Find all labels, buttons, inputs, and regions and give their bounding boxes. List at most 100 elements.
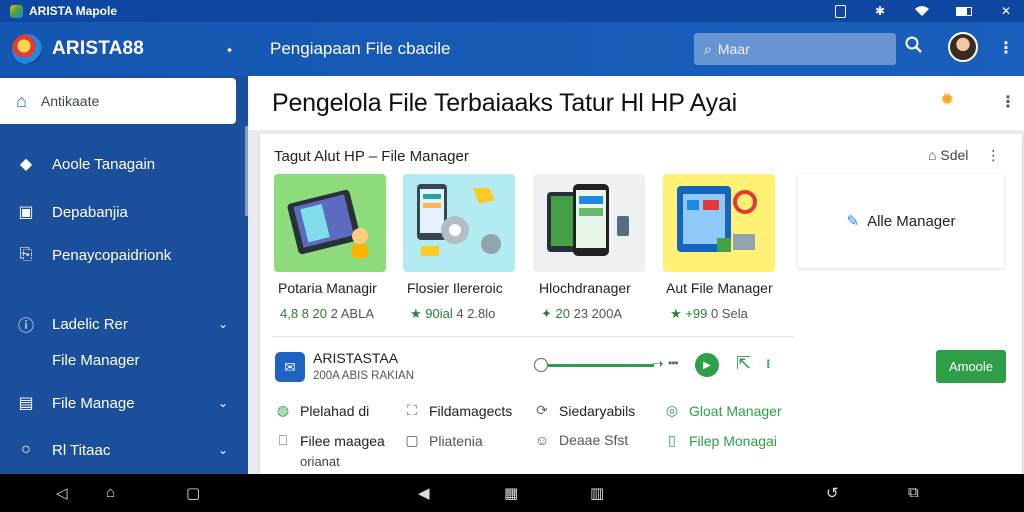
back-icon[interactable]: ◁ xyxy=(56,484,68,502)
more-vert-icon[interactable]: ⋮ xyxy=(998,38,1014,58)
page-title: Pengelola File Terbaiaaks Tatur Hl HP Ay… xyxy=(272,88,738,117)
more-vert-icon[interactable]: ⁝ xyxy=(766,357,771,371)
home-icon: ⌂ xyxy=(16,90,27,111)
sidebar-item-home[interactable]: ⌂ Antikaate xyxy=(0,78,236,124)
option-2[interactable]: ⛶ Fildamagects xyxy=(403,402,512,419)
back-icon[interactable]: ◀ xyxy=(418,484,430,502)
wifi-icon xyxy=(914,4,930,18)
search-icon: ⌕ xyxy=(704,40,712,57)
apps-icon[interactable]: ▥ xyxy=(590,484,604,502)
screen-icon[interactable]: ⧉ xyxy=(908,484,919,501)
brand-name: ARISTA88 xyxy=(52,38,145,59)
option-1[interactable]: ◍ Plelahad di xyxy=(274,402,369,419)
sidebar-item-6[interactable]: ▤ File Manage ⌄ xyxy=(0,393,248,413)
card-options-label: Sdel xyxy=(940,147,969,163)
option-label: Filee maagea xyxy=(300,432,385,449)
check-circle-icon: ◍ xyxy=(276,402,290,418)
briefcase-icon: ▣ xyxy=(18,204,34,221)
close-icon[interactable]: ✕ xyxy=(998,4,1014,18)
chevron-down-icon: ⌄ xyxy=(217,443,228,457)
sidebar-item-label: File Manager xyxy=(52,352,140,369)
info-icon: ⓘ xyxy=(17,318,34,335)
sidebar-item-4[interactable]: ⓘ Ladelic Rer ⌄ xyxy=(0,312,248,336)
sidebar-item-label: Rl Titaac xyxy=(52,441,111,459)
share-icon[interactable]: ⇱ xyxy=(736,353,751,374)
app-tile-1[interactable] xyxy=(274,174,386,272)
sidebar-item-label: Antikaate xyxy=(40,93,100,109)
app-tile-4[interactable] xyxy=(663,174,775,272)
chevron-down-icon: ⌄ xyxy=(217,396,228,410)
page-header: Pengelola File Terbaiaaks Tatur Hl HP Ay… xyxy=(248,76,1024,130)
option-label: Deaae Sfst xyxy=(559,432,629,448)
option-label: Plelahad di xyxy=(300,402,370,419)
folder-icon: ⎕ xyxy=(278,432,288,448)
sidebar-item-7[interactable]: ○ Rl Titaac ⌄ xyxy=(0,441,248,459)
app-tile-3[interactable] xyxy=(533,174,645,272)
option-5[interactable]: ⎕ Filee maagea xyxy=(274,432,385,449)
search-input[interactable]: ⌕ Maar xyxy=(694,33,896,65)
option-8[interactable]: ▯ Filep Monagai xyxy=(663,432,777,449)
app-tile-1-meta: 4,8 8 20 2 ABLA xyxy=(280,306,374,321)
progress-slider[interactable]: ➝ ••• xyxy=(534,355,694,374)
lead-title: ARISTASTAA xyxy=(313,350,399,366)
sidebar-item-label: Depabanjia xyxy=(52,203,128,221)
primary-action-button[interactable]: Amoole xyxy=(936,350,1006,383)
dots-icon: ••• xyxy=(668,356,679,370)
card-title: Tagut Alut HP – File Manager xyxy=(274,148,469,165)
slider-knob[interactable] xyxy=(534,358,548,372)
app-tile-3-meta: ✦ 20 23 200A xyxy=(541,306,623,321)
option-4[interactable]: ◎ Gloat Manager xyxy=(663,402,782,419)
brand-menu-icon[interactable]: ⬩ xyxy=(227,41,232,58)
more-vert-icon[interactable]: ⋮ xyxy=(1000,92,1016,112)
sidebar-item-2[interactable]: ▣ Depabanjia xyxy=(0,202,248,222)
document-icon: ▯ xyxy=(668,432,676,448)
rotate-icon[interactable]: ↺ xyxy=(826,484,839,502)
app-tile-2[interactable] xyxy=(403,174,515,272)
slider-track xyxy=(548,364,654,367)
globe-icon: ◎ xyxy=(665,402,679,418)
side-card-label: Alle Manager xyxy=(867,212,956,230)
sidebar-item-label: File Manage xyxy=(52,394,135,412)
user-avatar[interactable] xyxy=(948,32,978,62)
list-icon: ▤ xyxy=(18,395,34,412)
more-vert-icon[interactable]: ⋮ xyxy=(986,147,1000,164)
app-tile-4-name: Aut File Manager xyxy=(666,280,773,296)
side-card[interactable]: ✎ Alle Manager xyxy=(798,174,1004,268)
app-tile-4-meta: ★ +99 0 Sela xyxy=(670,306,748,321)
option-label: Siedaryabils xyxy=(559,402,636,419)
brand-logo xyxy=(12,34,42,64)
app-tile-2-name: Flosier Ilereroic xyxy=(407,280,503,296)
brand: ARISTA88 ⬩ xyxy=(0,34,248,64)
option-7[interactable]: ☺ Deaae Sfst xyxy=(533,432,628,448)
chevron-down-icon: ⌄ xyxy=(217,317,228,331)
home-icon[interactable]: ⌂ xyxy=(106,484,115,501)
card-options-button[interactable]: ⌂ Sdel xyxy=(928,147,968,164)
arrow-right-icon: ➝ xyxy=(652,355,664,371)
sidebar-item-label: Ladelic Rer xyxy=(52,315,128,333)
recents-icon[interactable]: ▢ xyxy=(186,484,200,502)
option-6[interactable]: ▢ Pliatenia xyxy=(403,432,483,449)
battery-icon xyxy=(956,6,972,16)
option-label: Gloat Manager xyxy=(689,402,782,419)
lead-subtitle: 200A ABIS RAKIAN xyxy=(313,370,415,382)
sidebar-item-5[interactable]: File Manager xyxy=(0,352,248,369)
sun-icon[interactable]: ✹ xyxy=(940,90,954,110)
box-icon: ▢ xyxy=(405,432,419,448)
app-card: Tagut Alut HP – File Manager ⌂ Sdel ⋮ Po… xyxy=(260,134,1022,474)
grid-icon[interactable]: ▦ xyxy=(504,484,518,502)
option-label: Pliatenia xyxy=(429,432,483,449)
play-icon[interactable]: ▶ xyxy=(695,353,719,377)
option-3[interactable]: ⟳ Siedaryabils xyxy=(533,402,635,419)
status-bar: ARISTA Mapole ✱ ✕ xyxy=(0,0,1024,22)
sync-icon: ⟳ xyxy=(536,402,548,418)
document-icon: ⎘ xyxy=(19,246,33,263)
app-tile-3-name: Hlochdranager xyxy=(539,280,631,296)
share-app-icon: ✉ xyxy=(275,352,305,382)
search-button-icon[interactable] xyxy=(905,36,923,59)
option-label: Fildamagects xyxy=(429,402,513,419)
sidebar-item-label: Penaycopaidrionk xyxy=(52,246,172,264)
option-extra: orianat xyxy=(300,454,340,469)
divider xyxy=(272,336,794,337)
sidebar-item-3[interactable]: ⎘ Penaycopaidrionk xyxy=(0,246,248,264)
sidebar-item-1[interactable]: ◆ Aoole Tanagain xyxy=(0,154,248,174)
